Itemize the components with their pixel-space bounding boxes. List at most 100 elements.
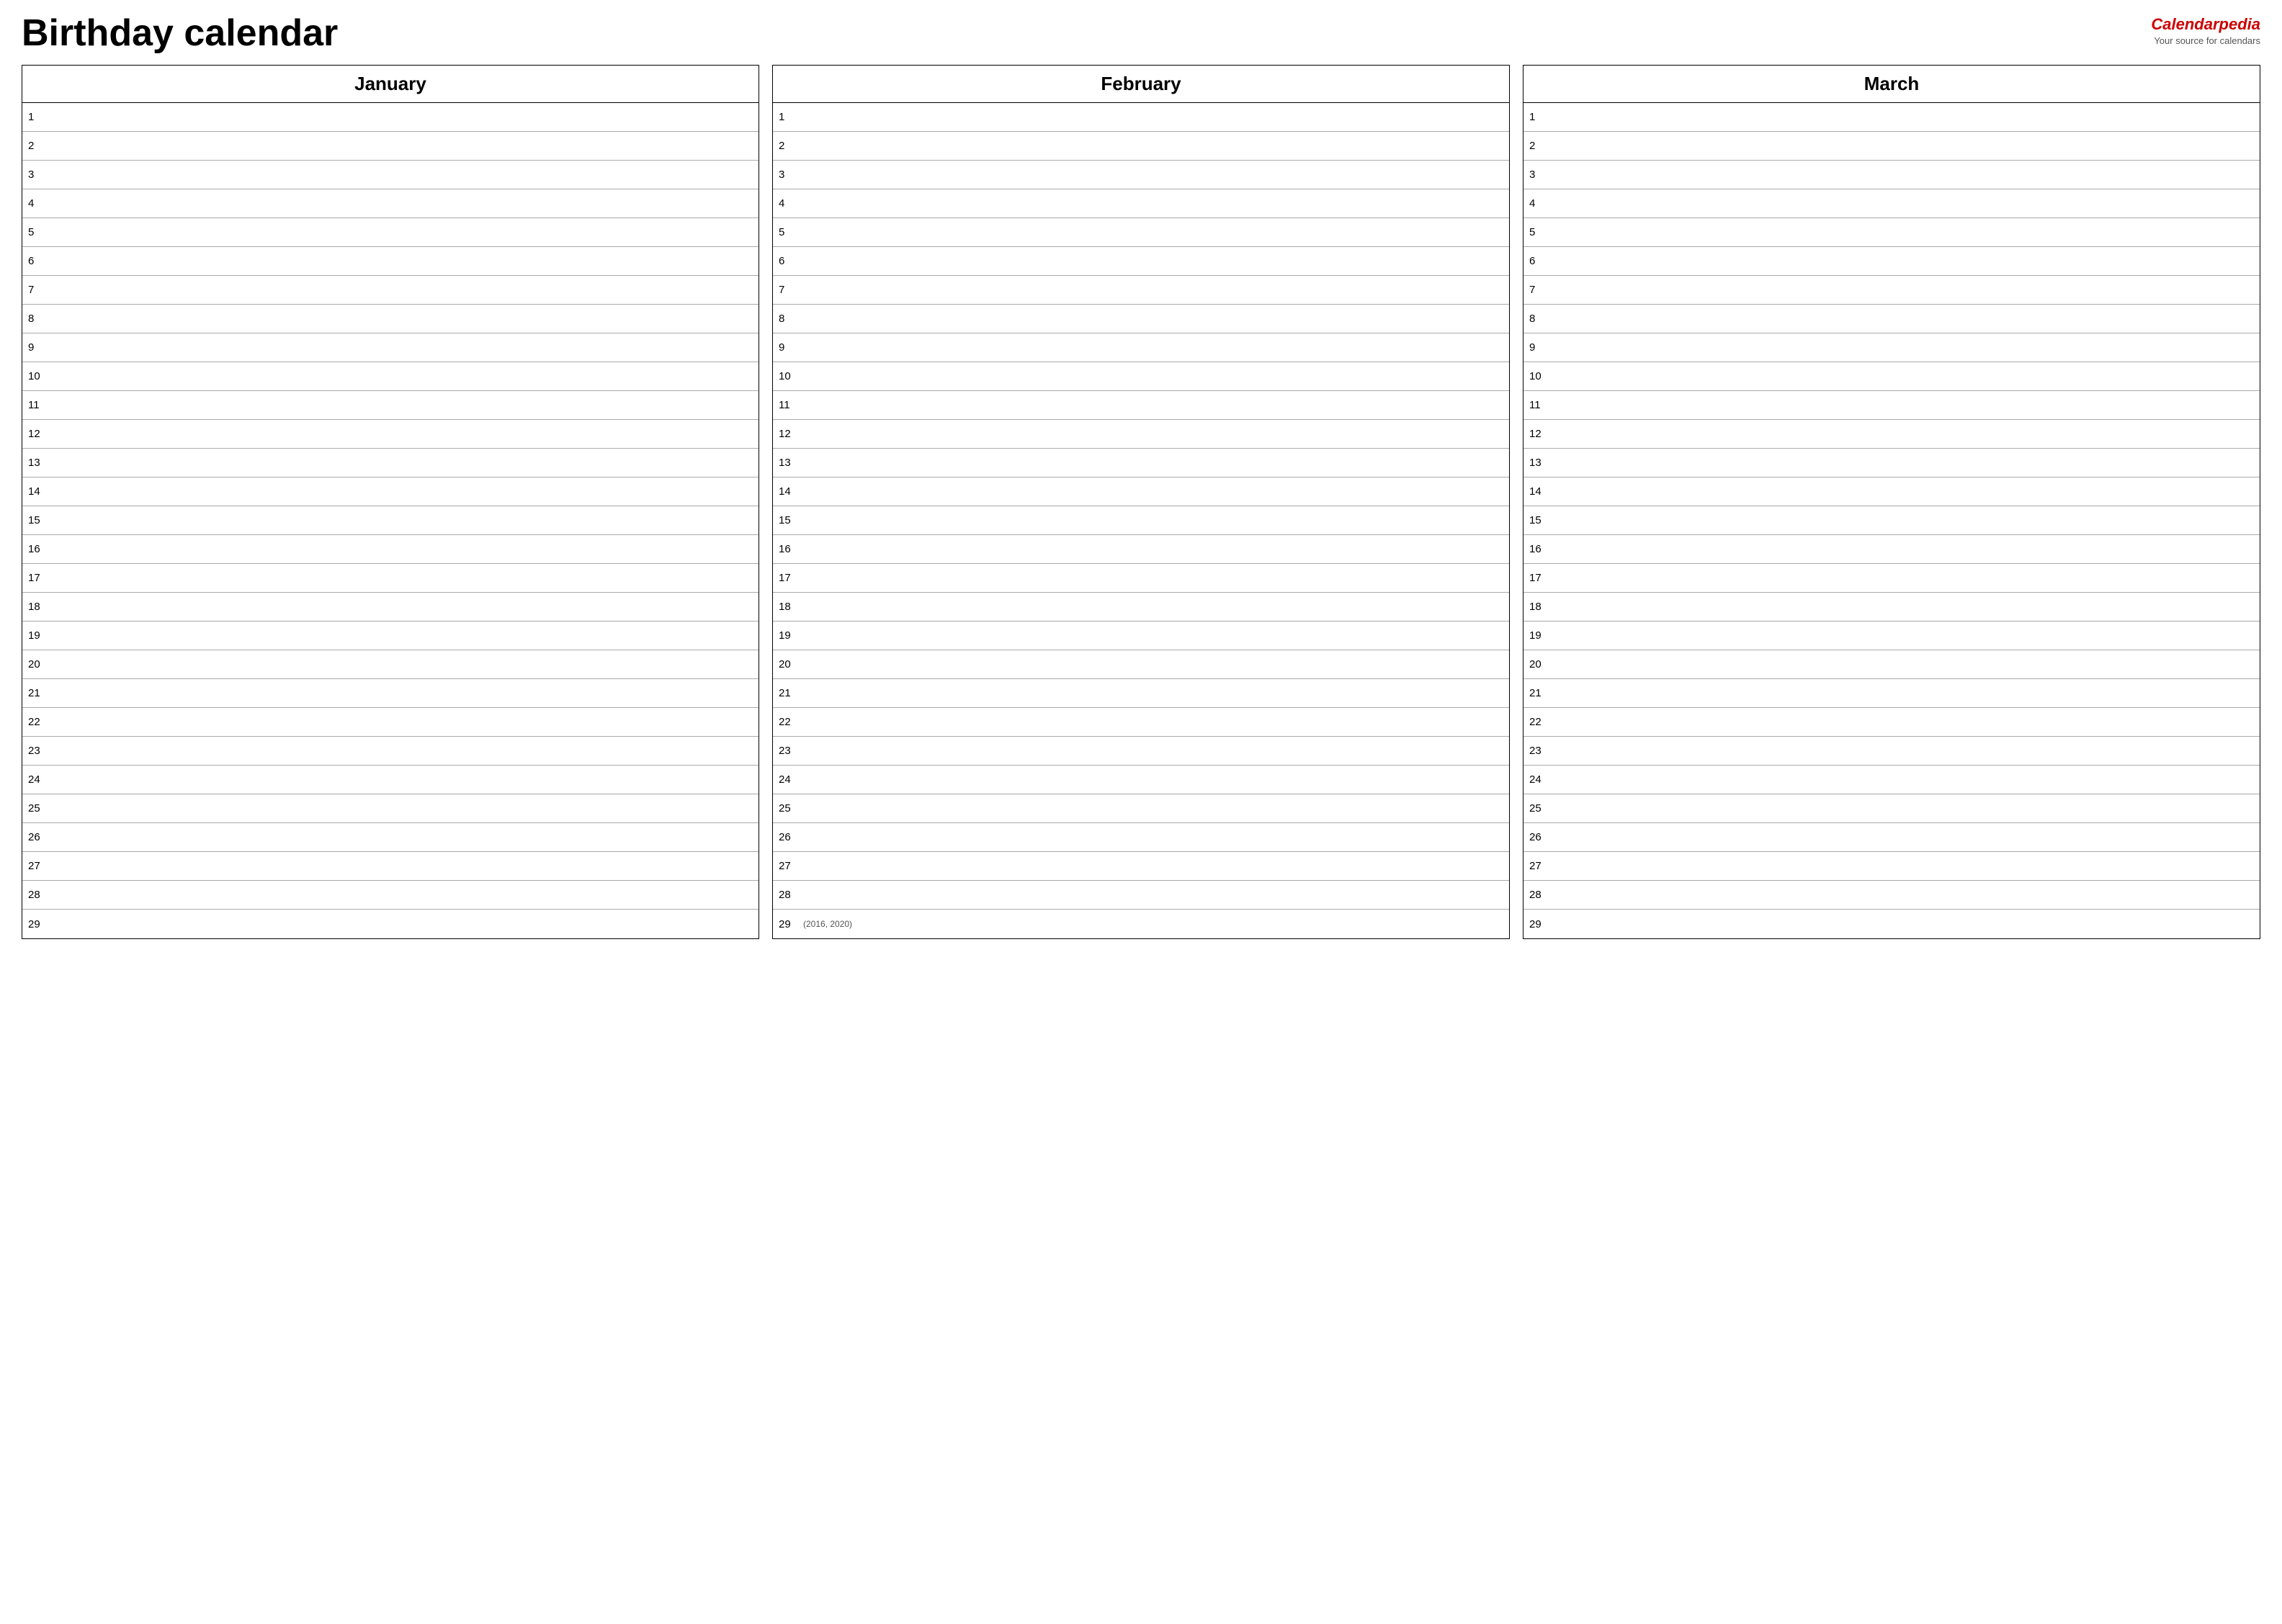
day-row: 7 — [1523, 276, 2260, 305]
day-number: 28 — [1529, 889, 1552, 901]
day-row: 23 — [22, 737, 759, 766]
brand-pedia: pedia — [2219, 15, 2260, 33]
day-number: 3 — [28, 169, 51, 181]
day-number: 27 — [28, 860, 51, 872]
day-number: 16 — [28, 543, 51, 555]
day-row: 15 — [22, 506, 759, 535]
day-row: 5 — [22, 218, 759, 247]
day-row: 19 — [1523, 622, 2260, 650]
day-number: 29 — [1529, 918, 1552, 930]
day-row: 10 — [773, 362, 1509, 391]
day-number: 3 — [1529, 169, 1552, 181]
day-row: 5 — [773, 218, 1509, 247]
day-row: 18 — [1523, 593, 2260, 622]
day-row: 17 — [22, 564, 759, 593]
brand-calendar: Calendar — [2151, 15, 2219, 33]
day-number: 6 — [1529, 255, 1552, 267]
day-number: 14 — [1529, 485, 1552, 498]
day-number: 27 — [1529, 860, 1552, 872]
day-number: 11 — [779, 399, 802, 411]
day-number: 5 — [28, 226, 51, 238]
day-row: 2 — [773, 132, 1509, 161]
day-row: 26 — [1523, 823, 2260, 852]
day-number: 26 — [1529, 831, 1552, 843]
day-number: 7 — [779, 284, 802, 296]
day-row: 25 — [1523, 794, 2260, 823]
day-row: 3 — [1523, 161, 2260, 189]
day-row: 13 — [773, 449, 1509, 477]
day-number: 21 — [1529, 687, 1552, 699]
day-row: 27 — [22, 852, 759, 881]
day-number: 8 — [779, 313, 802, 325]
day-row: 25 — [773, 794, 1509, 823]
month-header-march: March — [1523, 66, 2260, 103]
page-header: Birthday calendar Calendarpedia Your sou… — [22, 14, 2260, 52]
day-row: 16 — [773, 535, 1509, 564]
day-number: 20 — [779, 658, 802, 670]
day-number: 24 — [28, 773, 51, 786]
day-number: 19 — [779, 629, 802, 642]
day-row: 24 — [773, 766, 1509, 794]
day-number: 1 — [779, 111, 802, 123]
day-row: 2 — [22, 132, 759, 161]
day-number: 2 — [1529, 140, 1552, 152]
calendar-march: March12345678910111213141516171819202122… — [1523, 65, 2260, 939]
day-number: 26 — [28, 831, 51, 843]
day-number: 15 — [779, 514, 802, 526]
day-number: 28 — [28, 889, 51, 901]
day-number: 5 — [1529, 226, 1552, 238]
day-row: 22 — [773, 708, 1509, 737]
day-row: 28 — [22, 881, 759, 910]
day-number: 17 — [1529, 572, 1552, 584]
day-row: 21 — [773, 679, 1509, 708]
day-number: 28 — [779, 889, 802, 901]
day-row: 13 — [1523, 449, 2260, 477]
day-row: 12 — [1523, 420, 2260, 449]
day-number: 14 — [28, 485, 51, 498]
day-number: 4 — [1529, 197, 1552, 210]
day-row: 6 — [22, 247, 759, 276]
day-number: 9 — [779, 341, 802, 354]
day-row: 9 — [1523, 333, 2260, 362]
day-row: 14 — [1523, 477, 2260, 506]
day-row: 6 — [1523, 247, 2260, 276]
day-row: 15 — [773, 506, 1509, 535]
day-row: 14 — [773, 477, 1509, 506]
day-number: 24 — [779, 773, 802, 786]
day-number: 7 — [28, 284, 51, 296]
day-number: 21 — [28, 687, 51, 699]
day-row: 4 — [773, 189, 1509, 218]
day-number: 5 — [779, 226, 802, 238]
day-number: 8 — [1529, 313, 1552, 325]
day-number: 2 — [28, 140, 51, 152]
day-row: 19 — [22, 622, 759, 650]
day-row: 7 — [773, 276, 1509, 305]
day-number: 22 — [779, 716, 802, 728]
day-row: 8 — [1523, 305, 2260, 333]
day-number: 16 — [779, 543, 802, 555]
day-number: 23 — [1529, 745, 1552, 757]
day-row: 28 — [773, 881, 1509, 910]
day-row: 15 — [1523, 506, 2260, 535]
day-number: 1 — [28, 111, 51, 123]
day-row: 20 — [22, 650, 759, 679]
day-row: 27 — [773, 852, 1509, 881]
page-title: Birthday calendar — [22, 14, 338, 52]
day-number: 4 — [779, 197, 802, 210]
brand-logo: Calendarpedia Your source for calendars — [2151, 14, 2260, 47]
day-number: 17 — [28, 572, 51, 584]
day-row: 18 — [22, 593, 759, 622]
day-number: 20 — [28, 658, 51, 670]
day-number: 16 — [1529, 543, 1552, 555]
day-number: 12 — [779, 428, 802, 440]
day-number: 13 — [28, 457, 51, 469]
day-number: 25 — [779, 802, 802, 815]
day-row: 17 — [1523, 564, 2260, 593]
day-row: 5 — [1523, 218, 2260, 247]
day-number: 24 — [1529, 773, 1552, 786]
day-number: 25 — [28, 802, 51, 815]
day-row: 9 — [773, 333, 1509, 362]
calendars-container: January123456789101112131415161718192021… — [22, 65, 2260, 939]
day-number: 2 — [779, 140, 802, 152]
day-row: 8 — [773, 305, 1509, 333]
